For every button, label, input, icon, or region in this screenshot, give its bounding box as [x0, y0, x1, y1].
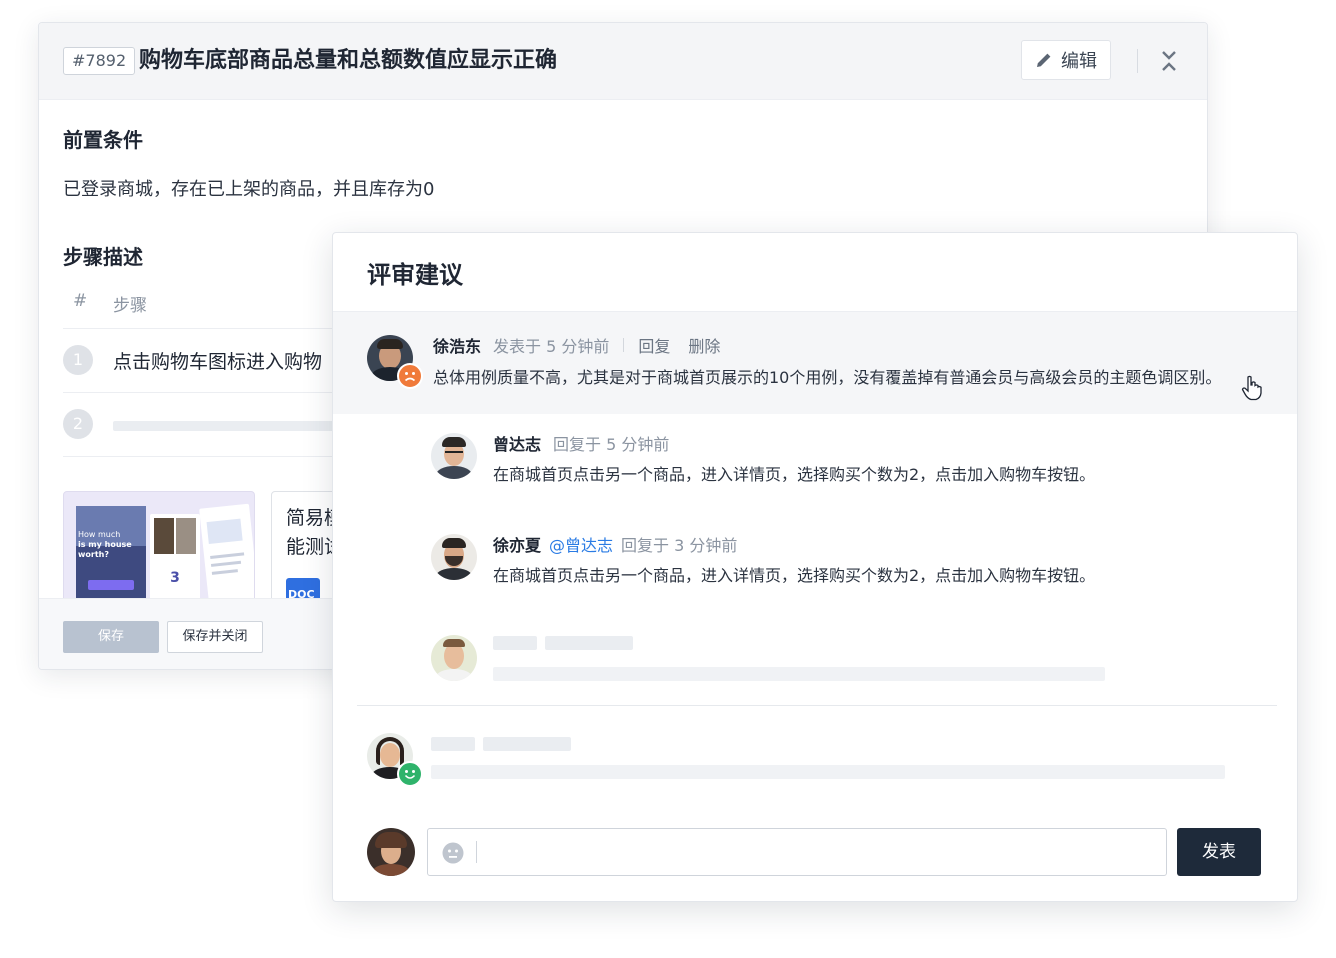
avatar[interactable] — [431, 635, 477, 681]
case-id-tag: #7892 — [63, 47, 136, 75]
delete-link[interactable]: 删除 — [688, 333, 720, 357]
publish-button[interactable]: 发表 — [1177, 828, 1261, 876]
mention-link[interactable]: @曾达志 — [549, 532, 613, 556]
comment-text: 在商城首页点击另一个商品，进入详情页，选择购买个数为2，点击加入购物车按钮。 — [493, 566, 1096, 585]
step-row[interactable]: 1 点击购物车图标进入购物 — [63, 328, 363, 393]
review-title: 评审建议 — [367, 261, 463, 289]
case-header: #7892 购物车底部商品总量和总额数值应显示正确 编辑 — [39, 23, 1207, 100]
step-text: 点击购物车图标进入购物 — [113, 351, 323, 373]
comment-text: 在商城首页点击另一个商品，进入详情页，选择购买个数为2，点击加入购物车按钮。 — [493, 465, 1096, 484]
comment-highlighted-row — [333, 312, 1297, 414]
thumb-count: 3 — [170, 570, 180, 586]
step-number: 1 — [63, 345, 93, 375]
text-placeholder — [431, 765, 1225, 779]
collapse-icon[interactable] — [1157, 49, 1181, 73]
input-divider — [476, 841, 477, 863]
precondition-title: 前置条件 — [63, 128, 143, 152]
comment-author[interactable]: 曾达志 — [493, 431, 541, 455]
comment-author[interactable]: 徐亦夏 — [493, 532, 541, 556]
pencil-icon — [1037, 53, 1051, 67]
header-divider — [1137, 49, 1138, 73]
step-text-placeholder — [113, 421, 363, 431]
author-placeholder — [431, 737, 475, 751]
hand-cursor-icon — [1241, 375, 1262, 401]
step-row[interactable]: 2 — [63, 392, 363, 457]
steps-col-hash: # — [73, 291, 88, 311]
comment-meta-line: 徐亦夏 @曾达志 回复于 3 分钟前 — [493, 532, 737, 556]
attachment-image-thumbnail[interactable]: How much is my house worth? 3 — [63, 491, 255, 603]
case-title: 购物车底部商品总量和总额数值应显示正确 — [139, 48, 558, 73]
steps-bottom-line — [63, 456, 363, 458]
comment-input-box[interactable] — [427, 828, 1167, 876]
avatar[interactable] — [431, 534, 477, 580]
step-number: 2 — [63, 409, 93, 439]
meta-placeholder — [483, 737, 571, 751]
comment-text: 总体用例质量不高，尤其是对于商城首页展示的10个用例，没有覆盖掉有普通会员与高级… — [433, 368, 1222, 387]
comment-time: 回复于 3 分钟前 — [621, 536, 738, 555]
edit-button-label: 编辑 — [1061, 51, 1097, 72]
happy-face-icon — [397, 761, 423, 787]
meta-placeholder — [545, 636, 633, 650]
comment-meta-line: 徐浩东 发表于 5 分钟前 回复 删除 — [433, 333, 720, 357]
emoji-icon[interactable] — [442, 842, 464, 864]
comment-meta-line: 曾达志 回复于 5 分钟前 — [493, 431, 669, 455]
text-placeholder — [493, 667, 1105, 681]
author-placeholder — [493, 636, 537, 650]
avatar[interactable] — [431, 433, 477, 479]
save-and-close-button[interactable]: 保存并关闭 — [167, 621, 263, 653]
thumb-phone-middle: 3 — [150, 514, 200, 602]
comments-divider — [357, 705, 1277, 706]
comment-time: 发表于 5 分钟前 — [493, 337, 610, 356]
sad-face-icon — [397, 363, 423, 389]
thumb-phone-right — [199, 503, 254, 602]
reply-link[interactable]: 回复 — [638, 333, 670, 357]
comment-author[interactable]: 徐浩东 — [433, 333, 481, 357]
meta-divider — [623, 338, 625, 352]
review-panel: 评审建议 徐浩东 发表于 5 分钟前 回复 删除 总体用例质量不高，尤其是对于商… — [332, 232, 1298, 902]
thumb-caption: How much is my house worth? — [78, 530, 132, 559]
precondition-text: 已登录商城，存在已上架的商品，并且库存为0 — [63, 179, 435, 200]
comment-input[interactable] — [484, 837, 1148, 869]
edit-button[interactable]: 编辑 — [1021, 40, 1111, 80]
steps-col-label: 步骤 — [113, 296, 147, 316]
comment-time: 回复于 5 分钟前 — [553, 435, 670, 454]
save-button[interactable]: 保存 — [63, 621, 159, 653]
steps-title: 步骤描述 — [63, 245, 143, 269]
current-user-avatar[interactable] — [367, 828, 415, 876]
